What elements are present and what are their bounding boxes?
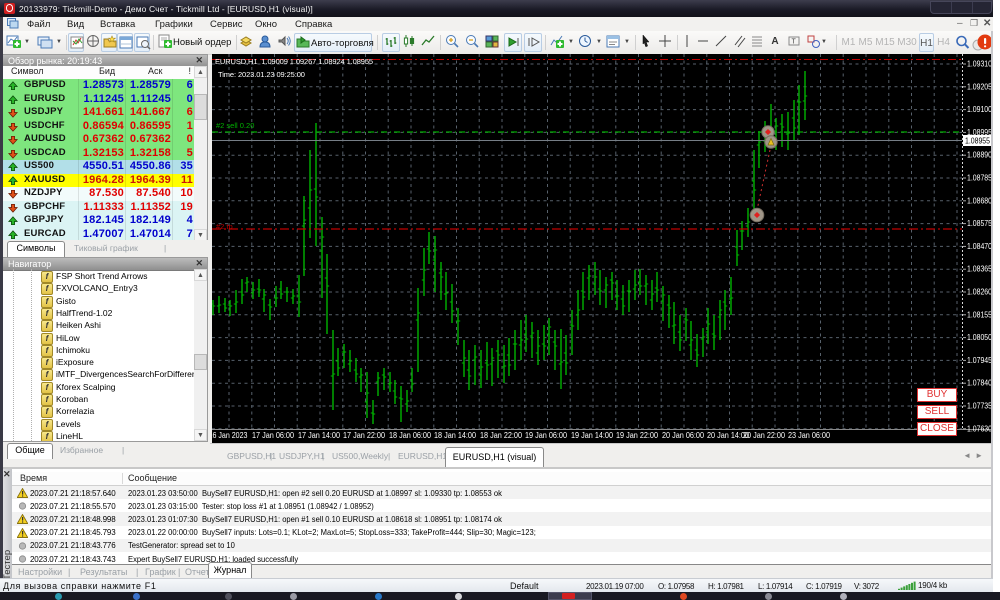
svg-text:19 Jan 22:00: 19 Jan 22:00 xyxy=(616,431,658,440)
svg-text:1.08680: 1.08680 xyxy=(967,196,992,205)
svg-text:18 Jan 22:00: 18 Jan 22:00 xyxy=(480,431,522,440)
svg-text:18 Jan 14:00: 18 Jan 14:00 xyxy=(434,431,476,440)
svg-text:1.09310: 1.09310 xyxy=(967,60,992,69)
svg-text:19 Jan 14:00: 19 Jan 14:00 xyxy=(571,431,613,440)
svg-text:1.07945: 1.07945 xyxy=(967,356,992,365)
svg-text:18 Jan 06:00: 18 Jan 06:00 xyxy=(389,431,431,440)
svg-text:23 Jan 06:00: 23 Jan 06:00 xyxy=(788,431,830,440)
svg-text:20 Jan 06:00: 20 Jan 06:00 xyxy=(662,431,704,440)
svg-text:17 Jan 14:00: 17 Jan 14:00 xyxy=(298,431,340,440)
svg-text:1.08955: 1.08955 xyxy=(965,137,990,146)
svg-text:1.08470: 1.08470 xyxy=(967,242,992,251)
svg-text:1.07630: 1.07630 xyxy=(967,424,992,433)
svg-text:1.08890: 1.08890 xyxy=(967,151,992,160)
svg-text:1.07735: 1.07735 xyxy=(967,402,992,411)
svg-text:1.08155: 1.08155 xyxy=(967,310,992,319)
svg-text:1.08260: 1.08260 xyxy=(967,288,992,297)
svg-text:16 Jan 2023: 16 Jan 2023 xyxy=(212,431,248,440)
svg-text:1.09100: 1.09100 xyxy=(967,105,992,114)
svg-text:1.08050: 1.08050 xyxy=(967,333,992,342)
svg-text:1.08575: 1.08575 xyxy=(967,219,992,228)
svg-text:1.07840: 1.07840 xyxy=(967,379,992,388)
svg-text:17 Jan 06:00: 17 Jan 06:00 xyxy=(252,431,294,440)
svg-text:19 Jan 06:00: 19 Jan 06:00 xyxy=(525,431,567,440)
svg-text:17 Jan 22:00: 17 Jan 22:00 xyxy=(343,431,385,440)
svg-text:1.08365: 1.08365 xyxy=(967,265,992,274)
svg-text:T: T xyxy=(792,39,797,46)
svg-text:1.09205: 1.09205 xyxy=(967,82,992,91)
svg-text:1.08785: 1.08785 xyxy=(967,174,992,183)
svg-text:20 Jan 22:00: 20 Jan 22:00 xyxy=(743,431,785,440)
